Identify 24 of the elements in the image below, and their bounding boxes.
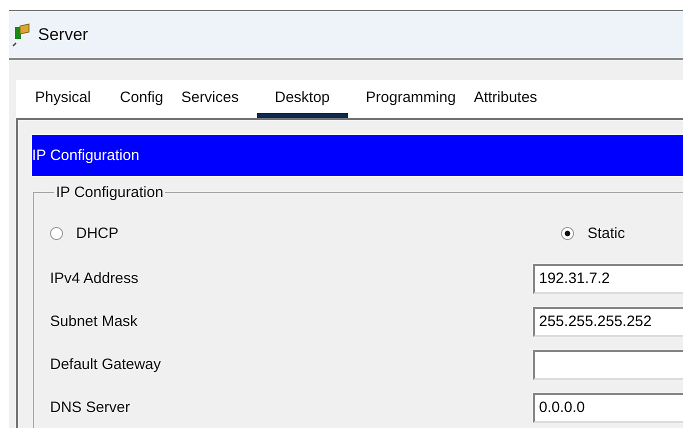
radio-option[interactable]: DHCP xyxy=(50,224,119,242)
field-label: Default Gateway xyxy=(50,356,161,373)
radio-button[interactable] xyxy=(50,226,63,240)
server-icon xyxy=(10,22,32,46)
radio-button[interactable] xyxy=(561,226,574,240)
tab[interactable]: Desktop xyxy=(256,86,348,118)
tab[interactable]: Attributes xyxy=(474,86,538,118)
radio-label: Static xyxy=(587,224,625,242)
tab[interactable]: Physical xyxy=(35,86,91,118)
field-label: DNS Server xyxy=(50,399,130,416)
radio-label: DHCP xyxy=(76,224,119,242)
tab[interactable]: Config xyxy=(120,86,164,118)
tab[interactable]: Services xyxy=(181,86,239,118)
field-label: Subnet Mask xyxy=(50,313,138,330)
input-field[interactable]: 0.0.0.0 xyxy=(533,392,683,422)
window-title: Server xyxy=(38,24,88,44)
group-legend: IP Configuration xyxy=(54,184,166,201)
panel-header: IP Configuration xyxy=(32,135,683,176)
tab[interactable]: Programming xyxy=(366,86,456,118)
field-label: IPv4 Address xyxy=(50,270,138,287)
radio-option[interactable]: Static xyxy=(561,224,625,242)
input-field[interactable] xyxy=(533,350,683,380)
input-field[interactable]: 192.31.7.2 xyxy=(533,264,683,294)
input-field[interactable]: 255.255.255.252 xyxy=(533,306,683,336)
